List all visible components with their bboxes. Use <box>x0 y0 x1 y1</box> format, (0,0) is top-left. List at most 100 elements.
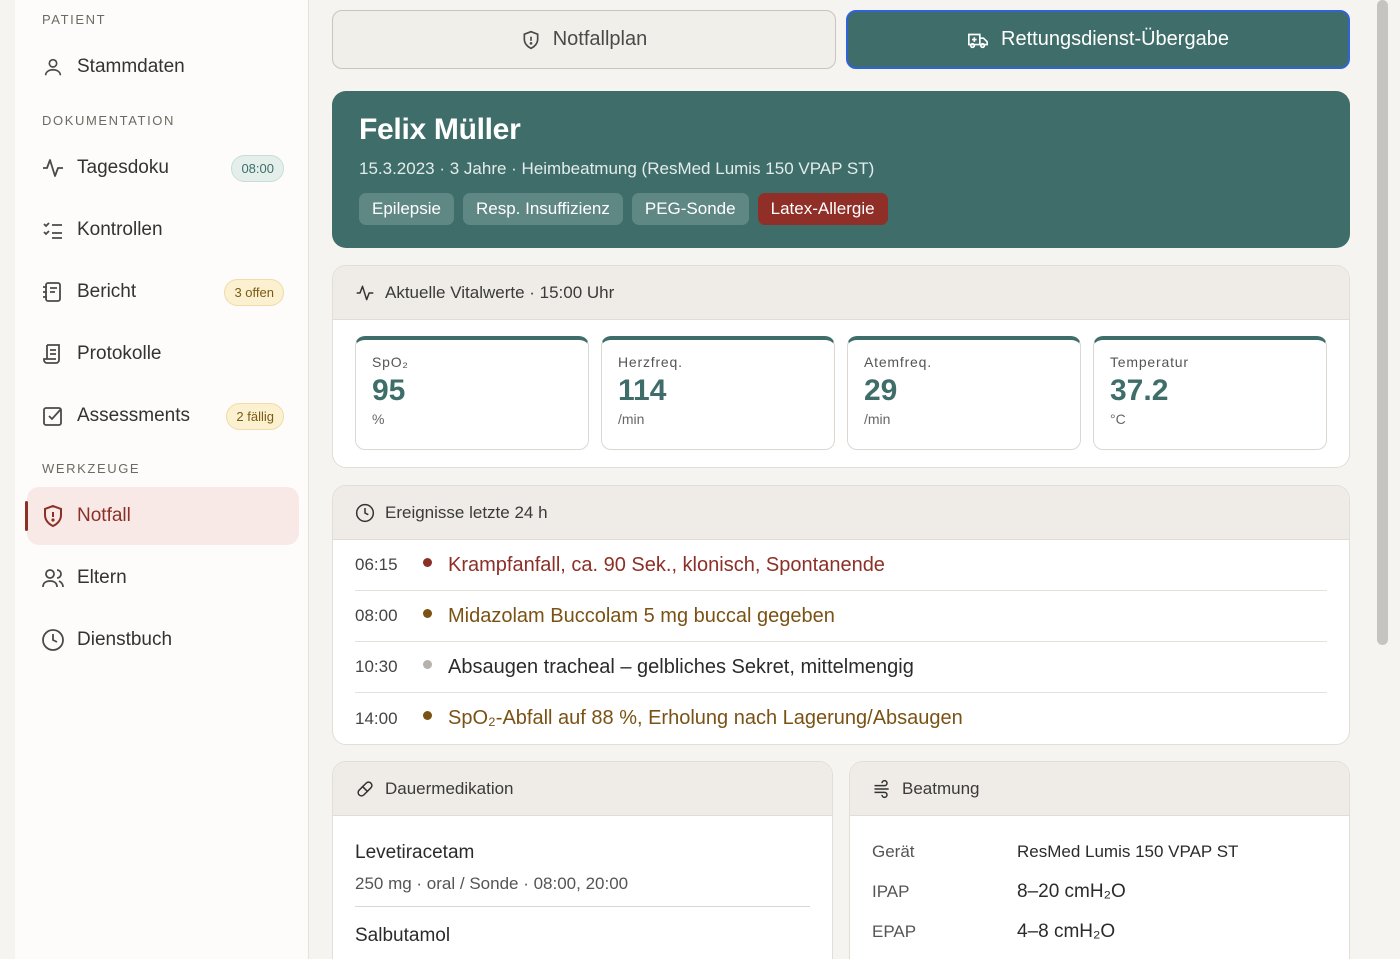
vital-label: Temperatur <box>1110 354 1189 370</box>
setting-key: Gerät <box>872 842 915 861</box>
ventilation-row: Gerät ResMed Lumis 150 VPAP ST <box>872 832 1327 872</box>
ventilation-row: EPAP 4–8 cmH₂O <box>872 912 1327 952</box>
scroll-icon <box>41 342 65 366</box>
setting-key: EPAP <box>872 922 917 941</box>
diagnosis-tag: Resp. Insuffizienz <box>463 193 623 225</box>
clock-icon <box>41 628 65 652</box>
vital-label: SpO₂ <box>372 354 409 370</box>
patient-name: Felix Müller <box>359 113 521 146</box>
ambulance-handover-button[interactable]: Rettungsdienst-Übergabe <box>846 10 1350 69</box>
sidebar: PATIENT Stammdaten DOKUMENTATION Tagesdo… <box>15 0 309 959</box>
medication-header: Dauermedikation <box>333 762 832 816</box>
event-row: 10:30 Absaugen tracheal – gelbliches Sek… <box>355 642 1327 693</box>
vital-unit: °C <box>1110 411 1126 427</box>
ambulance-handover-label: Rettungsdienst-Übergabe <box>1001 28 1229 50</box>
diagnosis-tags: Epilepsie Resp. Insuffizienz PEG-Sonde L… <box>359 193 1323 225</box>
event-time: 08:00 <box>355 606 398 625</box>
events-list: 06:15 Krampfanfall, ca. 90 Sek., klonisc… <box>333 540 1349 744</box>
severity-dot <box>423 608 432 618</box>
notebook-icon <box>41 280 65 304</box>
vitals-header: Aktuelle Vitalwerte · 15:00 Uhr <box>333 266 1349 320</box>
pill-icon <box>355 779 375 799</box>
event-time: 14:00 <box>355 708 398 728</box>
diagnosis-tag: Epilepsie <box>359 193 454 225</box>
vital-value: 37.2 <box>1110 374 1169 407</box>
status-badge: 08:00 <box>231 154 284 182</box>
shield-alert-icon <box>521 30 541 50</box>
vital-label: Herzfreq. <box>618 354 683 370</box>
ventilation-card: Beatmung Gerät ResMed Lumis 150 VPAP ST … <box>849 761 1350 959</box>
diagnosis-tag: PEG-Sonde <box>631 193 749 225</box>
sidebar-item-label: Assessments <box>77 405 190 426</box>
ventilation-title: Beatmung <box>902 778 980 798</box>
sidebar-item-assessments[interactable]: Assessments 2 fällig <box>27 387 299 445</box>
event-row: 14:00 SpO₂-Abfall auf 88 %, Erholung nac… <box>355 693 1327 744</box>
medication-item[interactable]: Salbutamol <box>355 907 810 959</box>
setting-value: ResMed Lumis 150 VPAP ST <box>1017 842 1239 861</box>
medication-name: Salbutamol <box>355 925 451 946</box>
sidebar-item-label: Stammdaten <box>77 56 185 77</box>
emergency-plan-label: Notfallplan <box>552 28 648 50</box>
severity-dot <box>423 557 432 567</box>
sidebar-item-protokolle[interactable]: Protokolle <box>27 325 299 383</box>
event-time: 06:15 <box>355 555 398 574</box>
vital-label: Atemfreq. <box>864 354 932 370</box>
sidebar-item-label: Eltern <box>77 567 127 588</box>
checklist-icon <box>41 218 65 242</box>
vital-value: 95 <box>372 374 406 407</box>
user-icon <box>41 55 65 79</box>
check-square-icon <box>41 404 65 428</box>
vital-tile-resp-rate: Atemfreq. 29 /min <box>847 336 1081 450</box>
status-badge: 2 fällig <box>226 402 284 430</box>
scrollbar[interactable] <box>1377 0 1388 645</box>
medication-title: Dauermedikation <box>385 778 514 798</box>
users-icon <box>41 566 65 590</box>
activity-icon <box>355 283 375 303</box>
event-text: Midazolam Buccolam 5 mg buccal gegeben <box>448 604 835 627</box>
sidebar-item-label: Dienstbuch <box>77 629 173 650</box>
event-text: Krampfanfall, ca. 90 Sek., klonisch, Spo… <box>448 553 885 576</box>
sidebar-item-eltern[interactable]: Eltern <box>27 549 299 607</box>
vital-tile-heart-rate: Herzfreq. 114 /min <box>601 336 835 450</box>
ventilation-header: Beatmung <box>850 762 1349 816</box>
medication-detail: 250 mg · oral / Sonde · 08:00, 20:00 <box>355 874 629 893</box>
severity-dot <box>423 659 432 669</box>
event-time: 10:30 <box>355 657 398 676</box>
sidebar-item-label: Bericht <box>77 281 137 302</box>
setting-value: 4–8 cmH₂O <box>1017 921 1116 942</box>
medication-item[interactable]: Levetiracetam 250 mg · oral / Sonde · 08… <box>355 816 810 907</box>
vitals-card: Aktuelle Vitalwerte · 15:00 Uhr SpO₂ 95 … <box>332 265 1350 468</box>
setting-value: 8–20 cmH₂O <box>1017 881 1126 902</box>
sidebar-item-notfall[interactable]: Notfall <box>25 487 299 545</box>
sidebar-item-tagesdoku[interactable]: Tagesdoku 08:00 <box>27 139 299 197</box>
medication-name: Levetiracetam <box>355 842 475 863</box>
allergy-tag: Latex-Allergie <box>757 193 888 225</box>
sidebar-item-dienstbuch[interactable]: Dienstbuch <box>27 611 299 669</box>
sidebar-item-label: Protokolle <box>77 343 162 364</box>
event-row: 08:00 Midazolam Buccolam 5 mg buccal geg… <box>355 591 1327 642</box>
events-title: Ereignisse letzte 24 h <box>385 502 548 522</box>
vital-unit: % <box>372 411 385 427</box>
vitals-grid: SpO₂ 95 % Herzfreq. 114 /min Atemfreq. 2… <box>333 320 1349 450</box>
vital-unit: /min <box>864 411 891 427</box>
vital-tile-temperature: Temperatur 37.2 °C <box>1093 336 1327 450</box>
sidebar-item-stammdaten[interactable]: Stammdaten <box>27 38 299 96</box>
sidebar-item-bericht[interactable]: Bericht 3 offen <box>27 263 299 321</box>
severity-dot <box>423 711 432 720</box>
sidebar-item-kontrollen[interactable]: Kontrollen <box>27 201 299 259</box>
ventilation-row: IPAP 8–20 cmH₂O <box>872 872 1327 912</box>
event-text: Absaugen tracheal – gelbliches Sekret, m… <box>448 655 914 678</box>
vital-value: 114 <box>618 374 667 407</box>
events-card: Ereignisse letzte 24 h 06:15 Krampfanfal… <box>332 485 1350 745</box>
clock-icon <box>355 503 375 523</box>
wind-icon <box>872 779 892 799</box>
active-indicator <box>25 501 28 531</box>
ambulance-icon <box>967 29 989 51</box>
patient-meta: 15.3.2023 · 3 Jahre · Heimbeatmung (ResM… <box>359 159 875 178</box>
sidebar-item-label: Kontrollen <box>77 219 163 240</box>
medication-list: Levetiracetam 250 mg · oral / Sonde · 08… <box>333 816 832 959</box>
emergency-plan-button[interactable]: Notfallplan <box>332 10 836 69</box>
sidebar-item-label: Tagesdoku <box>77 157 169 178</box>
medication-card: Dauermedikation Levetiracetam 250 mg · o… <box>332 761 833 959</box>
vital-tile-spo2: SpO₂ 95 % <box>355 336 589 450</box>
